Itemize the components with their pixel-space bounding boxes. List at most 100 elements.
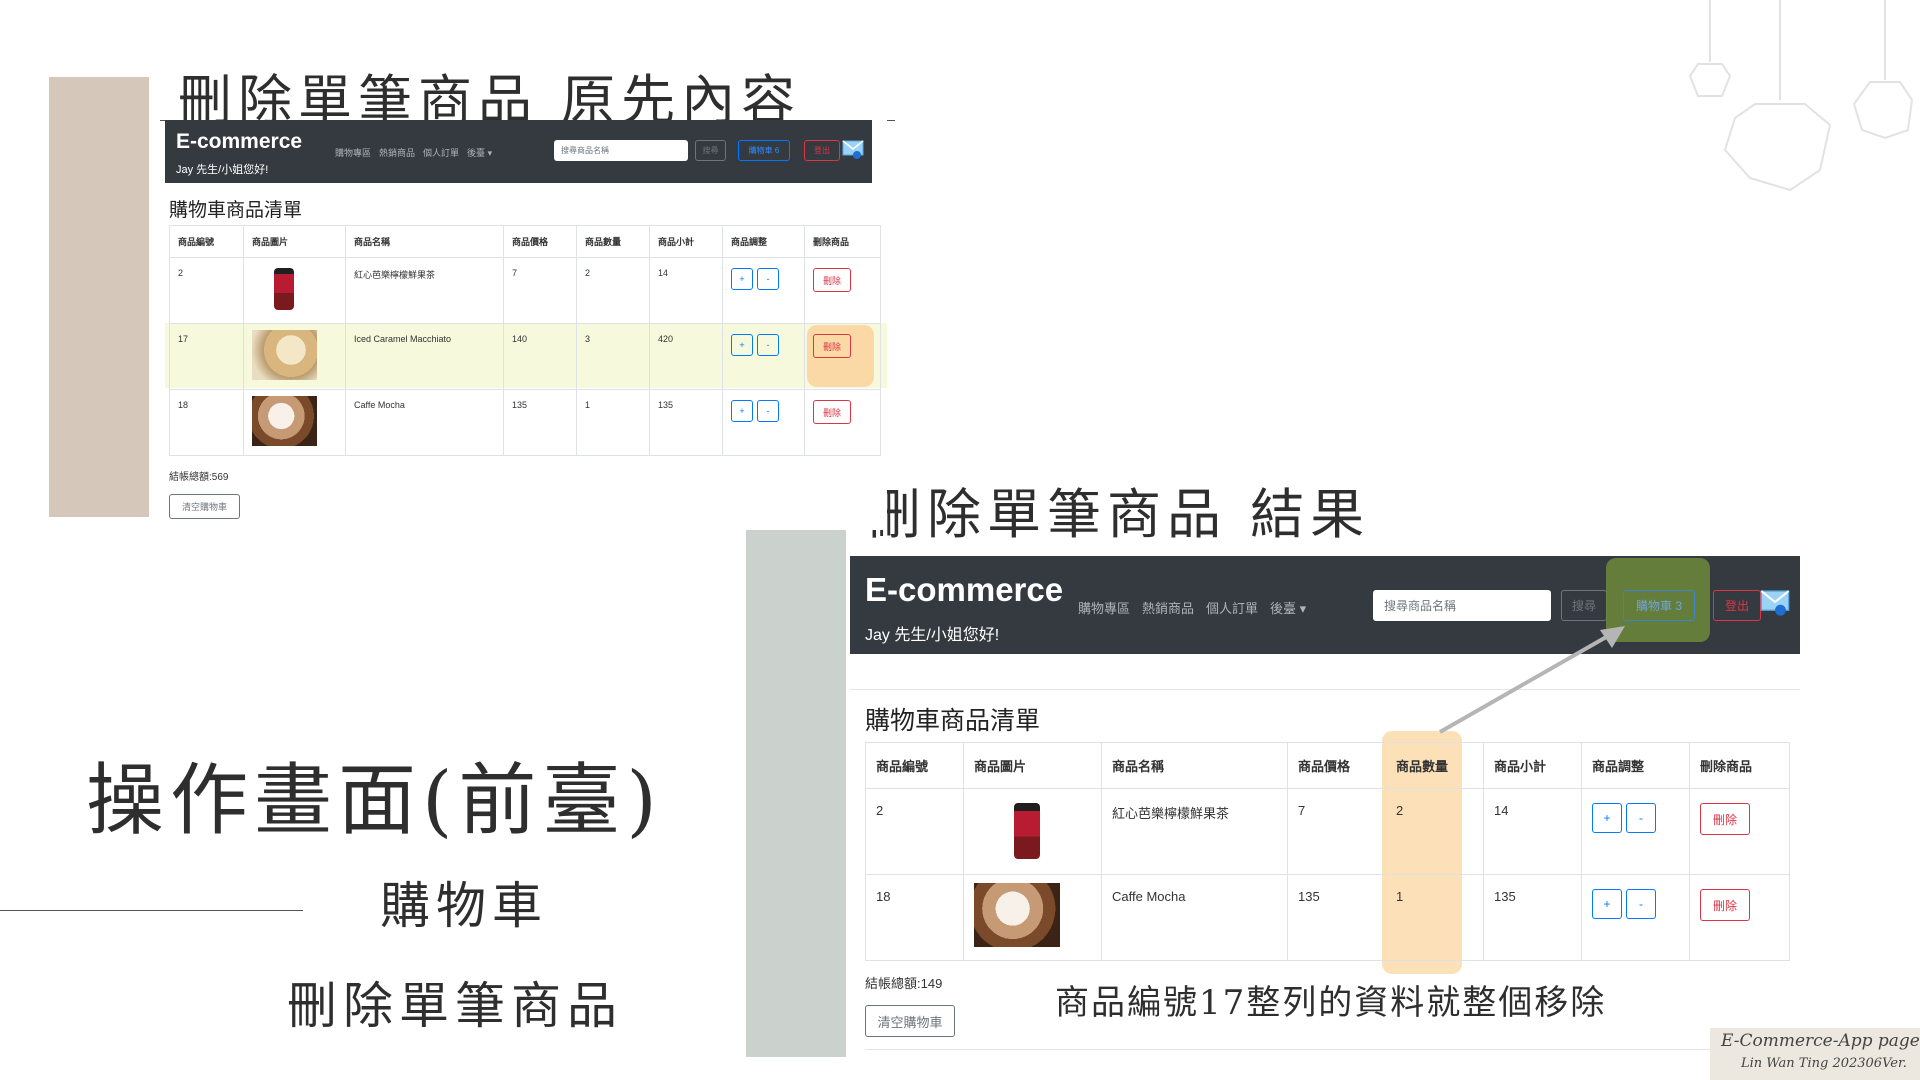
cell-subtotal: 135 [649,389,723,456]
cell-qty: 2 [576,257,650,324]
table-row: 18 Caffe Mocha 135 1 135 + - 刪除 [865,874,1790,961]
decorative-block [49,77,149,517]
delete-button[interactable]: 刪除 [1700,889,1750,921]
cell-delete: 刪除 [1689,874,1790,961]
nav-hot[interactable]: 熱銷商品 [379,146,415,159]
lantern-decoration-icon [1688,0,1914,192]
greeting: Jay 先生/小姐您好! [865,627,1000,644]
divider [850,689,1800,690]
mail-icon[interactable] [842,138,864,160]
cell-price: 135 [1287,874,1386,961]
nav-orders[interactable]: 個人訂單 [1206,598,1258,617]
cell-id: 17 [169,323,244,390]
cell-adjust: + - [1581,874,1690,961]
col-header: 刪除商品 [1689,742,1790,789]
search-input[interactable]: 搜尋商品名稱 [1373,590,1551,621]
cell-price: 7 [503,257,577,324]
dropdown-caret-icon: ▾ [485,148,493,158]
delete-button[interactable]: 刪除 [813,268,851,292]
col-header: 商品小計 [1483,742,1582,789]
col-header: 商品價格 [503,225,577,258]
col-header: 商品調整 [1581,742,1690,789]
cell-delete: 刪除 [1689,788,1790,875]
product-image [252,330,317,380]
mail-icon[interactable] [1760,586,1790,618]
logout-button[interactable]: 登出 [1713,590,1761,621]
logout-button[interactable]: 登出 [804,140,840,161]
plus-button[interactable]: + [731,334,753,356]
minus-button[interactable]: - [757,334,779,356]
subtitle-line [0,910,303,911]
cell-name: 紅心芭樂檸檬鮮果茶 [345,257,504,324]
col-header: 商品調整 [722,225,805,258]
cell-name: Caffe Mocha [345,389,504,456]
plus-button[interactable]: + [731,400,753,422]
nav-shop[interactable]: 購物專區 [335,146,371,159]
search-button[interactable]: 搜尋 [1561,590,1607,621]
col-header: 商品名稱 [1101,742,1288,789]
cell-subtotal: 14 [649,257,723,324]
minus-button[interactable]: - [757,268,779,290]
decorative-block [746,482,846,1057]
product-image [274,268,294,310]
col-header: 商品數量 [576,225,650,258]
cart-heading: 購物車商品清單 [169,200,303,221]
nav-admin[interactable]: 後臺 ▾ [467,146,492,159]
subtitle-delete: 刪除單筆商品 [287,977,623,1035]
cell-qty: 1 [1385,874,1484,961]
footer-author: Lin Wan Ting 202306Ver. [1741,1056,1907,1071]
nav-links: 購物專區 熱銷商品 個人訂單 後臺 ▾ [335,146,492,159]
cell-qty: 3 [576,323,650,390]
nav-shop[interactable]: 購物專區 [1078,598,1130,617]
delete-button[interactable]: 刪除 [1700,803,1750,835]
cell-delete: 刪除 [804,323,881,390]
minus-button[interactable]: - [757,400,779,422]
cell-price: 7 [1287,788,1386,875]
cart-button[interactable]: 購物車 3 [1623,590,1695,621]
footer-page: E-Commerce-App page13 [1721,1031,1920,1051]
minus-button[interactable]: - [1626,889,1656,919]
nav-hot[interactable]: 熱銷商品 [1142,598,1194,617]
nav-links: 購物專區 熱銷商品 個人訂單 後臺 ▾ [1078,598,1306,617]
minus-button[interactable]: - [1626,803,1656,833]
cell-subtotal: 420 [649,323,723,390]
delete-button[interactable]: 刪除 [813,334,851,358]
cell-image [963,874,1102,961]
clear-cart-button[interactable]: 清空購物車 [865,1005,955,1037]
product-image [974,883,1060,947]
product-image [1014,803,1040,859]
table-row: 2 紅心芭樂檸檬鮮果茶 7 2 14 + - 刪除 [865,788,1790,875]
search-input[interactable]: 搜尋商品名稱 [554,140,688,161]
cell-adjust: + - [722,389,805,456]
col-header: 商品編號 [865,742,964,789]
plus-button[interactable]: + [1592,803,1622,833]
cart-table: 商品編號 商品圖片 商品名稱 商品價格 商品數量 商品小計 商品調整 刪除商品 … [865,742,1790,961]
cart-button[interactable]: 購物車 6 [738,140,790,161]
cell-qty: 1 [576,389,650,456]
cell-price: 140 [503,323,577,390]
table-row: 2 紅心芭樂檸檬鮮果茶 7 2 14 + - 刪除 [169,257,881,324]
cell-id: 2 [169,257,244,324]
nav-orders[interactable]: 個人訂單 [423,146,459,159]
search-button[interactable]: 搜尋 [695,140,726,161]
navbar: E-commerce Jay 先生/小姐您好! 購物專區 熱銷商品 個人訂單 後… [165,120,872,183]
col-header: 商品編號 [169,225,244,258]
plus-button[interactable]: + [1592,889,1622,919]
col-header: 商品圖片 [963,742,1102,789]
brand-logo[interactable]: E-commerce [865,571,1063,609]
cell-image [243,389,346,456]
col-header: 商品名稱 [345,225,504,258]
product-image [252,396,317,446]
greeting: Jay 先生/小姐您好! [176,164,269,176]
delete-button[interactable]: 刪除 [813,400,851,424]
cart-heading: 購物車商品清單 [865,707,1041,735]
brand-logo[interactable]: E-commerce [176,130,302,154]
cell-subtotal: 135 [1483,874,1582,961]
cell-name: Caffe Mocha [1101,874,1288,961]
nav-admin[interactable]: 後臺 ▾ [1270,598,1306,617]
clear-cart-button[interactable]: 清空購物車 [169,494,240,519]
plus-button[interactable]: + [731,268,753,290]
cell-id: 18 [169,389,244,456]
cell-image [243,257,346,324]
cell-id: 18 [865,874,964,961]
